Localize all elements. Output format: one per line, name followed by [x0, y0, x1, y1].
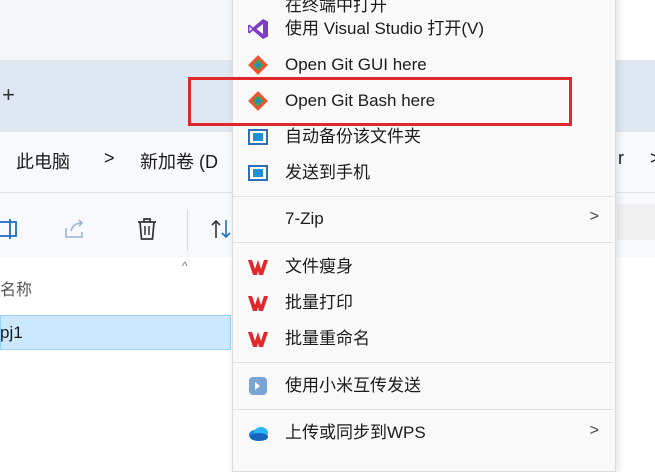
table-row-selected[interactable]: [0, 315, 231, 350]
menu-item-label: 发送到手机: [285, 163, 370, 182]
menu-item-label: Open Git GUI here: [285, 55, 427, 74]
menu-item-open-visual-studio[interactable]: 使用 Visual Studio 打开(V): [233, 11, 613, 47]
xiaomi-share-icon: [249, 377, 267, 395]
menu-item-batch-print[interactable]: 批量打印: [233, 285, 613, 321]
menu-item-7zip[interactable]: 7-Zip >: [233, 201, 613, 237]
menu-item-label: 批量打印: [285, 293, 353, 312]
column-header-name[interactable]: 名称: [0, 276, 32, 300]
submenu-edge: [617, 204, 655, 240]
rename-icon[interactable]: [0, 216, 22, 242]
wps-icon: [248, 332, 268, 347]
sort-indicator-icon: ^: [182, 259, 188, 273]
menu-item-xiaomi-share[interactable]: 使用小米互传发送: [233, 368, 613, 404]
toolbar-divider: [187, 209, 188, 251]
menu-separator: [233, 242, 613, 243]
sort-icon[interactable]: [208, 216, 234, 242]
window-top-area: [0, 0, 232, 60]
menu-item-send-to-phone[interactable]: 发送到手机: [233, 155, 613, 191]
file-name: pj1: [0, 323, 23, 342]
menu-item-label: 上传或同步到WPS: [285, 423, 426, 442]
menu-separator: [233, 362, 613, 363]
delete-icon[interactable]: [134, 216, 160, 242]
wps-icon: [248, 296, 268, 311]
menu-separator: [233, 409, 613, 410]
wps-cloud-icon: [249, 427, 268, 441]
menu-separator: [233, 196, 613, 197]
menu-item-label: 使用小米互传发送: [285, 376, 421, 395]
breadcrumb-folder-partial[interactable]: r: [618, 148, 624, 169]
menu-item-label: 文件瘦身: [285, 257, 353, 276]
backup-icon: [248, 129, 268, 145]
new-tab-button[interactable]: +: [2, 84, 15, 106]
breadcrumb-separator-2[interactable]: >: [650, 148, 655, 169]
menu-item-label: 7-Zip: [285, 209, 324, 228]
menu-item-label: 使用 Visual Studio 打开(V): [285, 19, 485, 38]
annotation-highlight-box: [188, 77, 572, 126]
menu-item-label: 批量重命名: [285, 329, 370, 348]
visual-studio-icon: [248, 19, 268, 39]
menu-item-upload-wps[interactable]: 上传或同步到WPS >: [233, 415, 613, 451]
menu-item-label: 自动备份该文件夹: [285, 127, 421, 146]
breadcrumb-separator[interactable]: >: [104, 148, 115, 169]
phone-icon: [248, 165, 268, 181]
share-icon[interactable]: [62, 216, 88, 242]
terminal-icon: [247, 0, 269, 2]
breadcrumb-this-pc[interactable]: 此电脑: [16, 148, 70, 174]
wps-icon: [248, 260, 268, 275]
chevron-right-icon: >: [589, 422, 599, 439]
menu-item-batch-rename[interactable]: 批量重命名: [233, 321, 613, 357]
menu-item-file-slim[interactable]: 文件瘦身: [233, 249, 613, 285]
breadcrumb-drive[interactable]: 新加卷 (D: [140, 148, 218, 174]
git-icon: [248, 55, 268, 75]
chevron-right-icon: >: [589, 208, 599, 225]
